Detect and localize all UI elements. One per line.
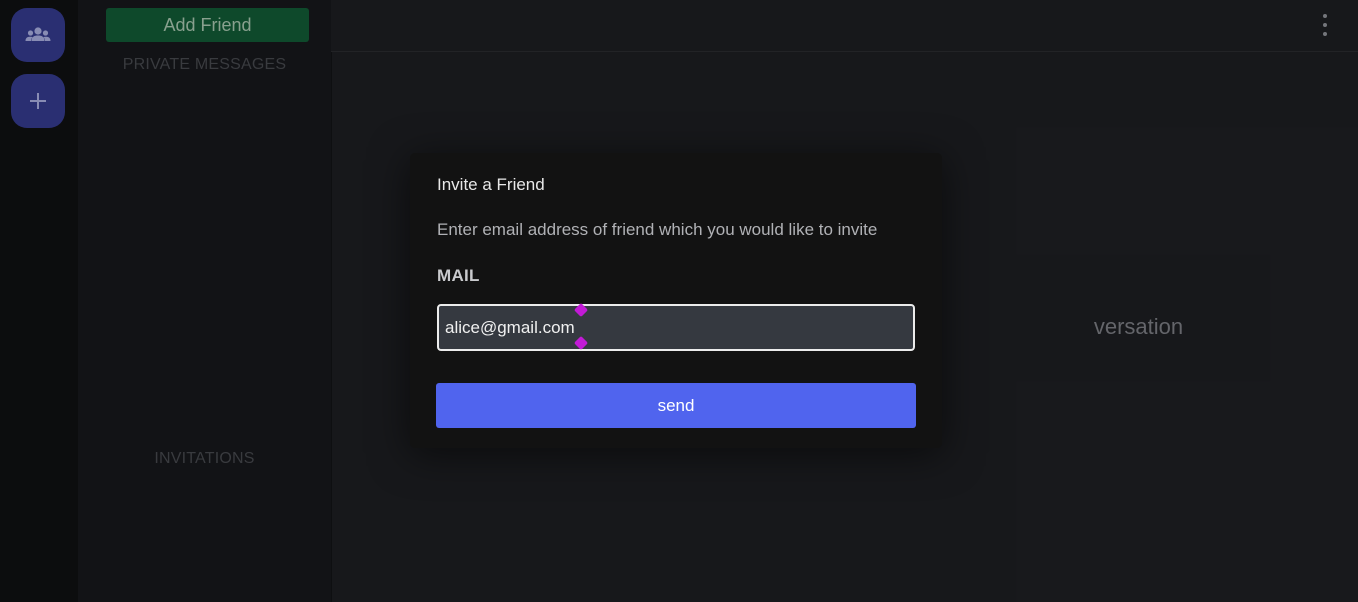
invite-friend-dialog: Invite a Friend Enter email address of f… — [410, 153, 942, 448]
send-button[interactable]: send — [436, 383, 916, 428]
app-window: Add Friend PRIVATE MESSAGES INVITATIONS … — [0, 0, 1358, 602]
dialog-description: Enter email address of friend which you … — [437, 220, 878, 239]
email-field[interactable] — [437, 304, 915, 351]
mail-field-label: MAIL — [437, 266, 480, 285]
dialog-title: Invite a Friend — [437, 175, 545, 194]
